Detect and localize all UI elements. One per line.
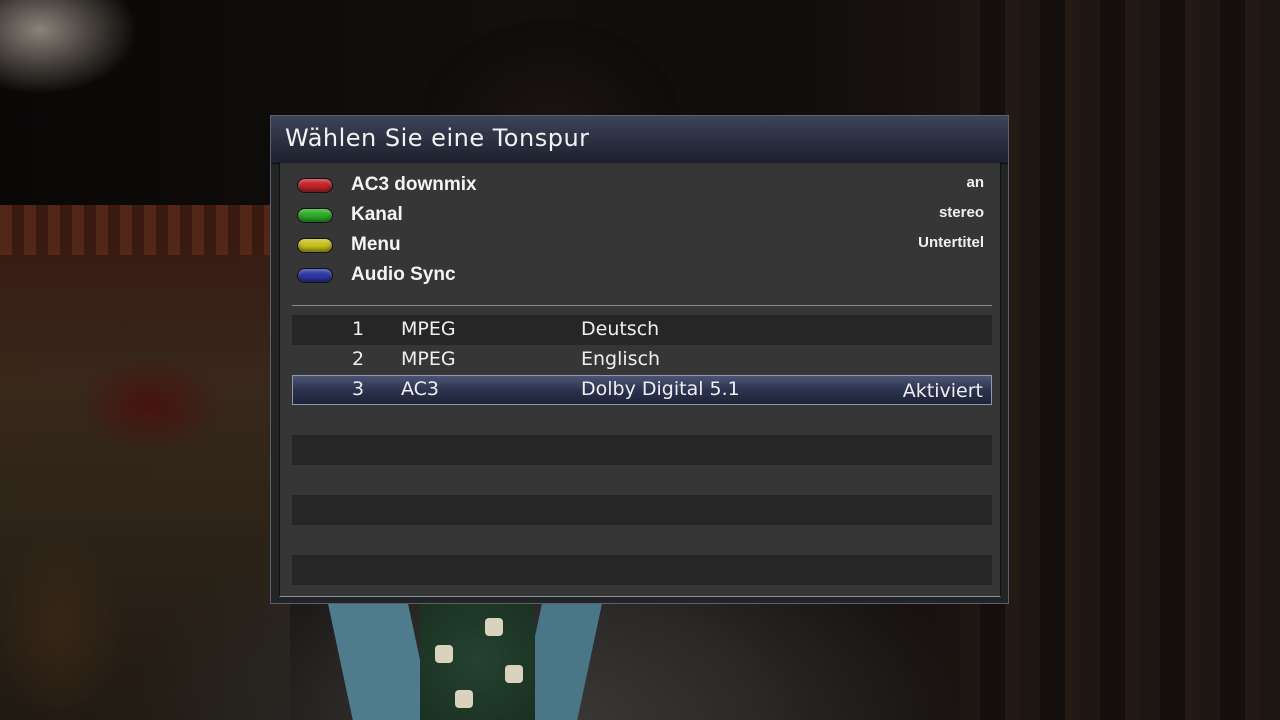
divider [292,305,992,306]
ac3-downmix-value: an [966,174,984,191]
track-number: 3 [352,378,365,400]
empty-track-row [292,495,992,525]
tie-pattern-dot [485,618,503,636]
red-button-icon [297,178,333,193]
ac3-downmix-label: AC3 downmix [351,174,477,195]
dialog-titlebar: Wählen Sie eine Tonspur [271,116,1008,164]
track-language: Deutsch [581,318,660,340]
track-number: 2 [352,348,365,370]
blue-button-icon [297,268,333,283]
track-status-activated: Aktiviert [902,380,983,402]
track-number: 1 [352,318,365,340]
track-codec: MPEG [401,318,456,340]
track-codec: AC3 [401,378,440,400]
empty-track-row [292,555,992,585]
channel-value: stereo [938,204,984,221]
audio-track-row-3-selected[interactable]: 3 AC3 Dolby Digital 5.1 Aktiviert [292,375,992,405]
track-language: Englisch [581,348,661,370]
tie-pattern-dot [505,665,523,683]
audio-track-dialog: Wählen Sie eine Tonspur AC3 downmix an K… [270,115,1009,604]
menu-label: Menu [351,234,401,255]
tie-pattern-dot [455,690,473,708]
track-language: Dolby Digital 5.1 [581,378,740,400]
background-tapestry-border [0,205,290,255]
dialog-content: AC3 downmix an Kanal stereo Menu Unterti… [279,163,1001,597]
color-button-row-red[interactable]: AC3 downmix an [297,173,994,199]
color-button-row-green[interactable]: Kanal stereo [297,203,994,229]
audio-sync-label: Audio Sync [351,264,456,285]
color-button-row-yellow[interactable]: Menu Untertitel [297,233,994,259]
background-tie [420,600,535,720]
empty-track-row [292,435,992,465]
green-button-icon [297,208,333,223]
audio-track-row-2[interactable]: 2 MPEG Englisch [292,345,992,375]
color-button-row-blue[interactable]: Audio Sync [297,263,994,289]
menu-value: Untertitel [918,234,984,251]
track-codec: MPEG [401,348,456,370]
background-lamp [0,0,150,100]
channel-label: Kanal [351,204,403,225]
dialog-title: Wählen Sie eine Tonspur [285,124,590,152]
yellow-button-icon [297,238,333,253]
audio-track-row-1[interactable]: 1 MPEG Deutsch [292,315,992,345]
tie-pattern-dot [435,645,453,663]
